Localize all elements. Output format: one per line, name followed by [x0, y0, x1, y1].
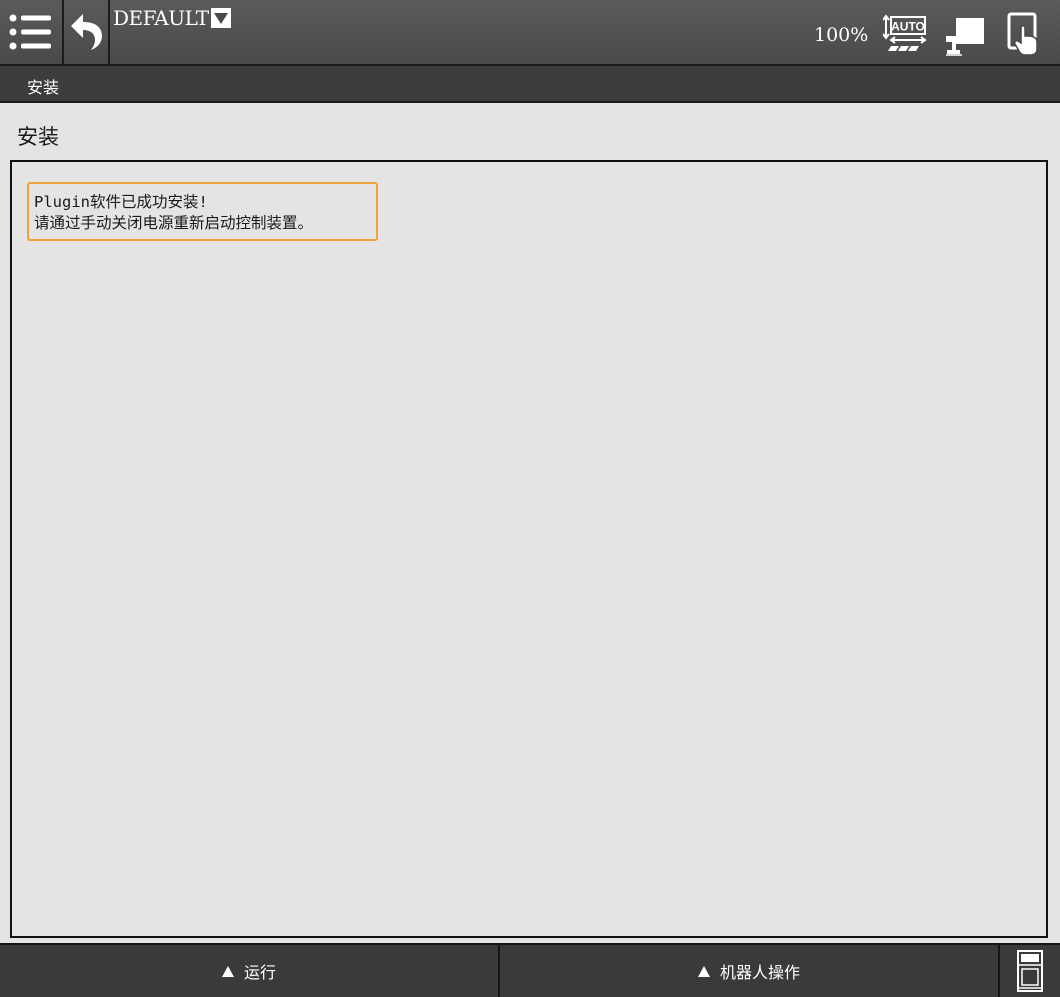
remote-control-icon[interactable]	[944, 14, 986, 56]
robot-operation-button[interactable]: 机器人操作	[500, 945, 1000, 997]
message-line-1: Plugin软件已成功安装!	[34, 193, 208, 211]
panel-icon	[1017, 950, 1043, 992]
menu-button[interactable]	[0, 0, 64, 64]
run-label: 运行	[243, 963, 276, 982]
triangle-up-icon	[697, 965, 710, 977]
page-title: 安装	[17, 125, 59, 149]
robot-operation-label: 机器人操作	[719, 963, 800, 982]
message-line-2: 请通过手动关闭电源重新启动控制装置。	[34, 214, 314, 232]
back-arrow-icon	[71, 14, 102, 50]
back-button[interactable]	[64, 0, 110, 64]
breadcrumb-item[interactable]: 安装	[27, 74, 59, 98]
svg-text:AUTO: AUTO	[891, 20, 925, 34]
auto-mode-icon[interactable]: AUTO	[883, 14, 929, 52]
chevron-down-icon	[210, 8, 231, 28]
teach-pendant-icon[interactable]	[1007, 12, 1047, 56]
program-name: DEFAULT	[113, 6, 209, 30]
bottom-bar: 运行 机器人操作	[0, 943, 1060, 997]
side-panel-button[interactable]	[1000, 945, 1060, 997]
content-panel: Plugin软件已成功安装! 请通过手动关闭电源重新启动控制装置。	[10, 160, 1048, 938]
speed-override[interactable]: 100%	[814, 24, 868, 46]
run-button[interactable]: 运行	[0, 945, 500, 997]
install-message: Plugin软件已成功安装! 请通过手动关闭电源重新启动控制装置。	[27, 182, 378, 241]
program-selector[interactable]: DEFAULT	[113, 6, 231, 30]
menu-icon	[9, 14, 51, 50]
triangle-up-icon	[221, 965, 234, 977]
breadcrumb: 安装	[0, 66, 1060, 103]
top-bar: DEFAULT 100% AUTO	[0, 0, 1060, 66]
